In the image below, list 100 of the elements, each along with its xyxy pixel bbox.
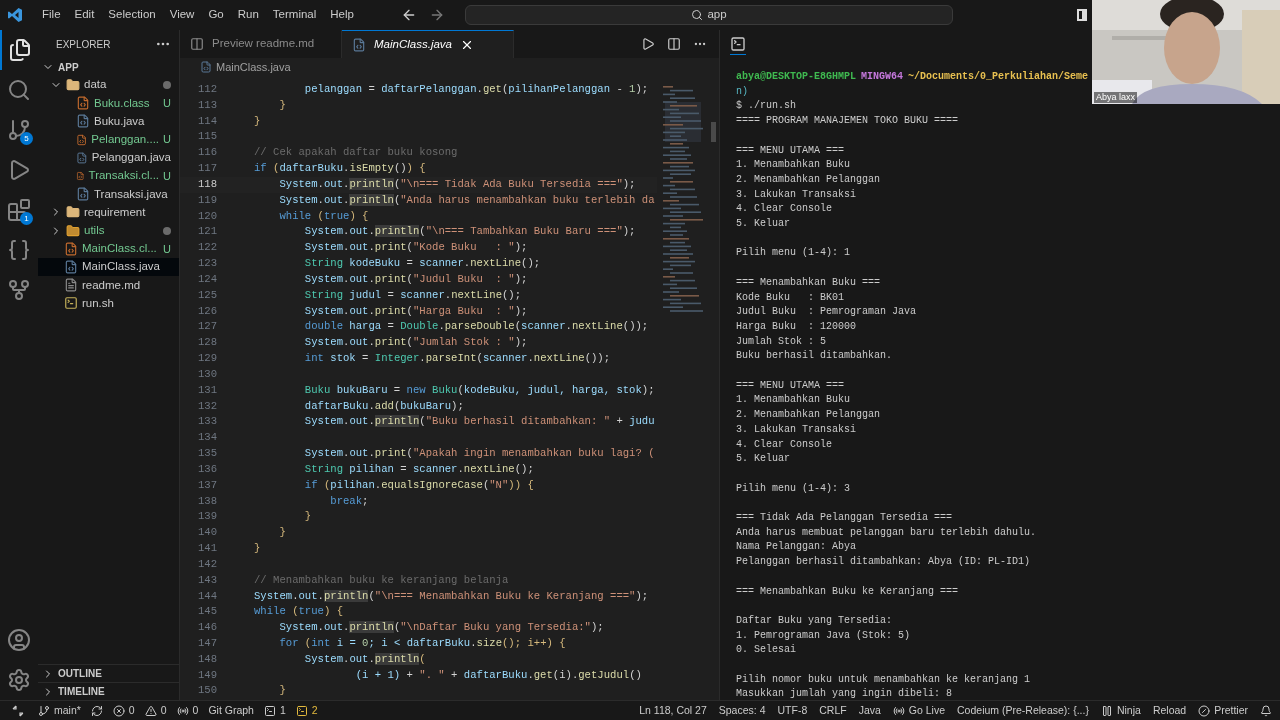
terminal-line: === Menambahkan Buku === (736, 275, 881, 290)
line-number: 119 (196, 192, 217, 208)
status-item[interactable]: CRLF (819, 702, 847, 719)
code-line: daftarBuku.add(bukuBaru); (303, 398, 464, 414)
status-item[interactable]: 2 (295, 702, 318, 719)
search-field[interactable]: app (464, 5, 953, 25)
status-item[interactable]: Spaces: 4 (718, 702, 766, 719)
tree-item[interactable]: requirement (38, 203, 179, 222)
line-number: 138 (196, 493, 217, 509)
menu-item[interactable]: Terminal (265, 6, 324, 24)
tree-item[interactable]: Buku.class U (38, 94, 179, 113)
tree-item[interactable]: Pelanggan.... U (38, 130, 179, 149)
code-line: double harga = Double.parseDouble(scanner.nextLine()); (303, 319, 649, 335)
file-name: data (84, 77, 108, 93)
status-item[interactable]: 0 (144, 702, 167, 719)
line-number: 142 (196, 556, 217, 572)
line-number: 115 (196, 129, 217, 145)
line-number: 131 (196, 382, 217, 398)
tree-item[interactable]: run.sh (38, 294, 179, 313)
terminal-line: Harga Buku : 120000 (736, 319, 857, 334)
terminal-line: 5. Keluar (736, 452, 790, 467)
terminal-line: Pilih menu (1-4): 3 (736, 481, 851, 496)
status-item[interactable]: Codeium (Pre-Release): {...} (957, 702, 1089, 719)
code-line: while (true) { (254, 604, 344, 620)
menu-item[interactable]: View (162, 6, 202, 24)
section-title[interactable]: APP (58, 59, 79, 75)
menu-item[interactable]: Help (323, 6, 361, 24)
tree-item[interactable]: Transaksi.java (38, 185, 179, 204)
activity-item[interactable]: 1 (0, 190, 38, 230)
line-number: 113 (196, 97, 217, 113)
menu-item[interactable]: File (35, 6, 68, 24)
status-item[interactable]: Ninja (1100, 702, 1141, 719)
status-item[interactable]: Ln 118, Col 27 (639, 702, 707, 719)
tree-item[interactable]: Buku.java (38, 112, 179, 131)
line-number: 136 (196, 461, 217, 477)
line-number: 128 (196, 335, 217, 351)
code-line: String judul = scanner.nextLine(); (303, 287, 522, 303)
line-number: 143 (196, 572, 217, 588)
status-item[interactable]: Go Live (892, 702, 946, 719)
terminal-line: Anda harus membuat pelanggan baru terlebih dahulu. (736, 525, 1037, 540)
line-number: 139 (196, 509, 217, 525)
line-number: 134 (196, 430, 217, 446)
section-title[interactable]: TIMELINE (58, 684, 105, 699)
line-number: 125 (196, 287, 217, 303)
code-line: } (278, 525, 286, 541)
line-number: 124 (196, 271, 217, 287)
badge: 5 (20, 132, 33, 145)
terminal-line: 4. Clear Console (736, 437, 832, 452)
status-item[interactable]: Prettier (1198, 702, 1248, 719)
status-item[interactable]: Git Graph (208, 702, 254, 719)
breadcrumb[interactable]: MainClass.java (216, 58, 291, 76)
terminal-line: $ ./run.sh (736, 99, 796, 114)
activity-item[interactable]: 5 (0, 110, 38, 150)
status-item[interactable]: main* (38, 702, 81, 719)
code-line: while (true) { (278, 208, 369, 224)
menu-item[interactable]: Go (201, 6, 231, 24)
terminal-line: === MENU UTAMA === (736, 143, 845, 158)
menu-item[interactable]: Selection (101, 6, 163, 24)
code-line: } (278, 97, 286, 113)
status-item[interactable]: UTF-8 (777, 702, 808, 719)
line-number: 116 (196, 145, 217, 161)
tree-item[interactable]: Transaksi.cl... U (38, 166, 179, 186)
tree-item[interactable]: readme.md (38, 276, 179, 295)
panel-title: EXPLORER (56, 37, 111, 52)
status-item[interactable]: Java (858, 702, 881, 719)
participant-name: Abya laxx (1094, 92, 1138, 103)
line-number: 148 (196, 651, 217, 667)
section-title[interactable]: OUTLINE (58, 666, 102, 681)
tree-item[interactable]: data (38, 76, 179, 95)
terminal-line: ==== PROGRAM MANAJEMEN TOKO BUKU ==== (736, 114, 959, 129)
code-line: String pilihan = scanner.nextLine(); (303, 461, 534, 477)
status-item[interactable]: 1 (263, 702, 286, 719)
tree-item[interactable]: Pelanggan.java (38, 148, 179, 167)
tree-item[interactable]: utils (38, 221, 179, 240)
code-line: // Menambahkan buku ke keranjang belanja (254, 572, 509, 588)
file-name: Transaksi.cl... (88, 168, 160, 184)
menu-item[interactable]: Edit (67, 6, 102, 24)
code-line: System.out.print("Harga Buku : "); (303, 303, 528, 319)
terminal-line: Pelanggan berhasil ditambahkan: Abya (ID: PL-ID1) (736, 555, 1031, 570)
code-line: System.out.print("Kode Buku : "); (303, 240, 528, 256)
code-line: System.out.println("\n=== Menambahkan Buku ke Keranjang ==="); (254, 588, 649, 604)
git-status: U (163, 241, 171, 257)
editor-tab[interactable]: MainClass.java (342, 30, 514, 58)
file-name: Buku.java (94, 113, 146, 129)
line-number: 123 (196, 256, 217, 272)
terminal-line: n) (736, 84, 748, 99)
terminal-line: 1. Menambahkan Buku (736, 158, 851, 173)
status-item[interactable]: 0 (112, 702, 135, 719)
menu-item[interactable]: Run (230, 6, 266, 24)
file-name: utils (84, 222, 106, 238)
status-item[interactable]: Reload (1152, 702, 1187, 719)
code-line: } (278, 683, 286, 699)
terminal-line: === Menambahkan Buku ke Keranjang === (736, 584, 959, 599)
status-item[interactable]: 0 (176, 702, 199, 719)
git-status: U (163, 168, 171, 184)
code-line: (i + 1) + ". " + daftarBuku.get(i).getJudul() (354, 667, 642, 683)
tree-item[interactable]: MainClass.cl... U (38, 239, 179, 258)
line-number: 122 (196, 240, 217, 256)
terminal-line: Pilih menu (1-4): 1 (736, 246, 851, 261)
tree-item[interactable]: MainClass.java (38, 257, 179, 277)
